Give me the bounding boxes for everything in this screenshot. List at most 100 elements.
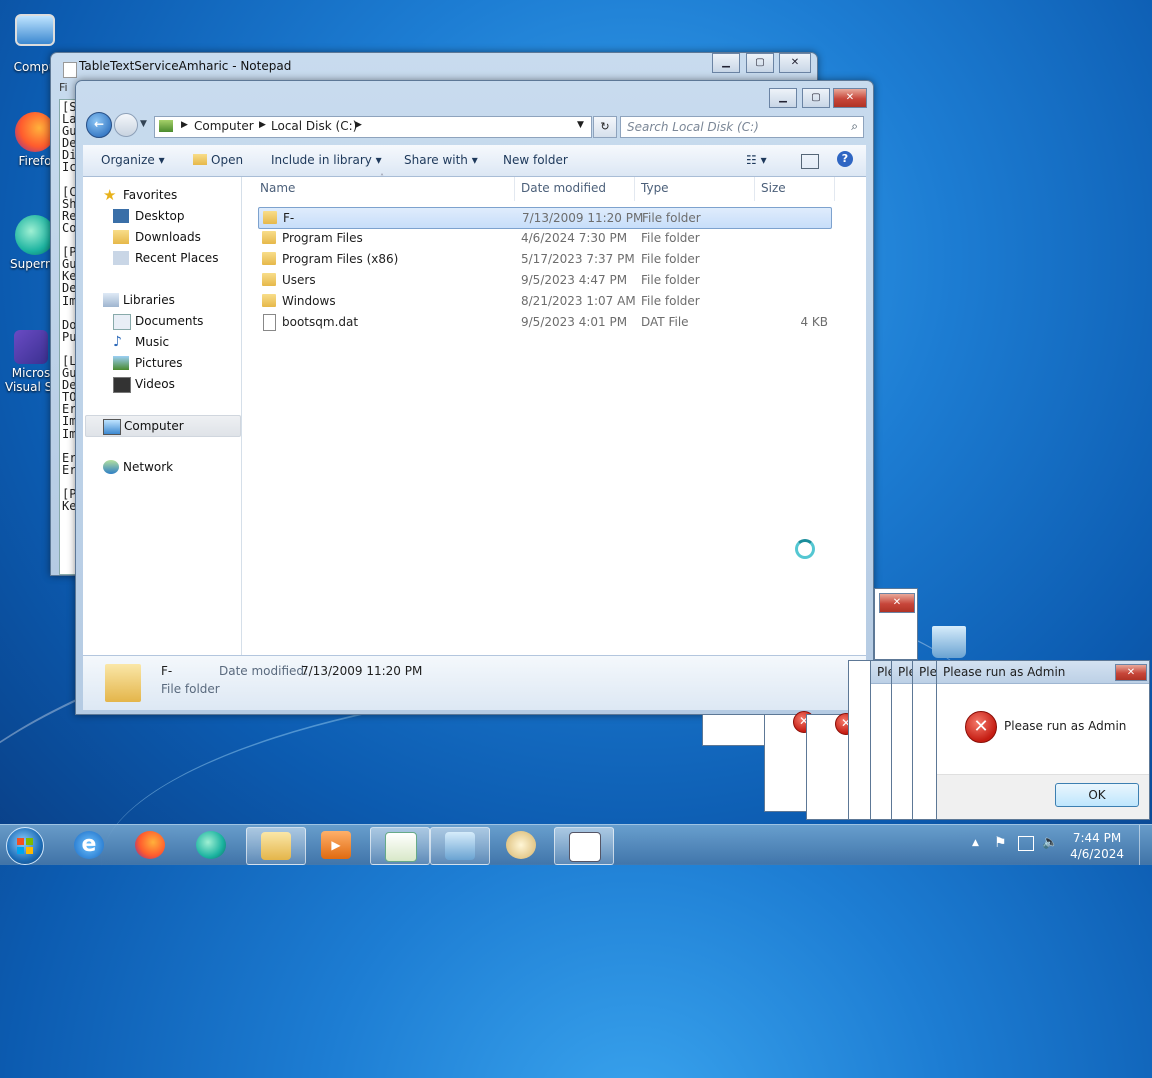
file-type: DAT File — [641, 315, 689, 329]
view-options-icon[interactable]: ☷ ▾ — [746, 153, 767, 167]
taskbar-console[interactable] — [554, 827, 614, 865]
console-icon — [569, 832, 601, 862]
notepad-icon — [385, 832, 417, 862]
file-row[interactable]: Program Files 4/6/2024 7:30 PM File folder — [258, 228, 830, 248]
nav-desktop[interactable]: Desktop — [113, 206, 185, 226]
nav-network[interactable]: Network — [103, 457, 173, 477]
clock-time: 7:44 PM — [1072, 831, 1122, 845]
file-name: Users — [282, 273, 316, 287]
window-title: TableTextServiceAmharic - Notepad — [79, 59, 292, 73]
clock[interactable]: 7:44 PM 4/6/2024 — [1070, 830, 1124, 862]
maximize-button[interactable]: ▢ — [802, 88, 830, 108]
show-hidden-icons-icon[interactable]: ▲ — [972, 838, 979, 848]
maximize-button[interactable]: ▢ — [746, 53, 774, 73]
volume-muted-icon[interactable]: 🔈 — [1042, 835, 1058, 850]
folder-icon — [105, 664, 141, 702]
network-tray-icon[interactable] — [1018, 836, 1034, 851]
ok-button[interactable]: OK — [1055, 783, 1139, 807]
breadcrumb-computer[interactable]: Computer — [194, 119, 254, 133]
minimize-button[interactable]: ▁ — [712, 53, 740, 73]
close-button[interactable]: ✕ — [879, 593, 915, 613]
file-row[interactable]: bootsqm.dat 9/5/2023 4:01 PM DAT File 4 KB — [258, 312, 830, 332]
close-button[interactable]: ✕ — [833, 88, 867, 108]
address-bar[interactable]: ▶ Computer ▶ Local Disk (C:) ▶ ▼ — [154, 116, 592, 138]
nav-music[interactable]: ♪ Music — [113, 332, 169, 352]
taskbar-app[interactable] — [430, 827, 490, 865]
close-button[interactable]: ✕ — [1115, 664, 1147, 681]
file-row[interactable]: Windows 8/21/2023 1:07 AM File folder — [258, 291, 830, 311]
file-row[interactable]: Program Files (x86) 5/17/2023 7:37 PM File… — [258, 249, 830, 269]
dialog-title: Please run as Admin — [943, 665, 1066, 679]
breadcrumb-local-disk[interactable]: Local Disk (C:) — [271, 119, 357, 133]
nav-recent-places[interactable]: Recent Places — [113, 248, 218, 268]
network-icon — [103, 460, 119, 474]
folder-icon — [262, 273, 276, 286]
column-size[interactable]: Size — [761, 181, 786, 195]
taskbar-paint[interactable] — [492, 827, 550, 863]
details-pane: F- Date modified: 7/13/2009 11:20 PM Fil… — [83, 655, 866, 710]
search-input[interactable]: Search Local Disk (C:) ⌕ — [620, 116, 864, 138]
navigation-pane: ★ Favorites Desktop Downloads Recent Pla… — [83, 177, 242, 655]
file-list: Name ˄ Date modified Type Size F- 7/13/20… — [242, 173, 866, 655]
dialog-stack-item[interactable]: ✕ — [874, 588, 918, 660]
taskbar-media-player[interactable]: ▶ — [307, 827, 365, 863]
nav-videos[interactable]: Videos — [113, 374, 175, 394]
windows-logo-icon — [17, 847, 24, 854]
busy-cursor-icon — [795, 539, 815, 559]
start-button[interactable] — [6, 827, 44, 865]
recent-pages-arrow-icon[interactable]: ▼ — [140, 119, 147, 129]
share-with-button[interactable]: Share with ▾ — [404, 153, 478, 167]
nav-libraries[interactable]: Libraries — [103, 290, 175, 310]
folder-icon — [261, 832, 291, 860]
file-icon — [263, 314, 276, 331]
nav-documents[interactable]: Documents — [113, 311, 203, 331]
show-desktop-button[interactable] — [1139, 825, 1152, 865]
taskbar-internet-explorer[interactable]: e — [60, 827, 118, 863]
folder-icon — [262, 294, 276, 307]
column-name[interactable]: Name — [260, 181, 295, 195]
nav-pictures[interactable]: Pictures — [113, 353, 183, 373]
search-icon[interactable]: ⌕ — [851, 119, 858, 134]
back-button[interactable]: ← — [86, 112, 112, 138]
nav-downloads[interactable]: Downloads — [113, 227, 201, 247]
file-name: bootsqm.dat — [282, 315, 359, 329]
explorer-window[interactable]: ▁ ▢ ✕ ← ▼ ▶ Computer ▶ Local Disk (C:) ▶… — [75, 80, 874, 715]
organize-button[interactable]: Organize ▾ — [101, 153, 165, 167]
folder-icon — [262, 231, 276, 244]
taskbar-explorer[interactable] — [246, 827, 306, 865]
details-name: F- — [161, 664, 173, 678]
recycle-bin-icon[interactable] — [932, 626, 966, 658]
details-date-value: 7/13/2009 11:20 PM — [301, 664, 423, 678]
open-button[interactable]: Open — [193, 153, 243, 167]
supermium-icon — [196, 831, 226, 859]
nav-computer[interactable]: Computer — [85, 415, 241, 437]
preview-pane-icon[interactable] — [801, 154, 819, 169]
file-date: 7/13/2009 11:20 PM — [522, 211, 644, 225]
include-in-library-button[interactable]: Include in library ▾ — [271, 153, 382, 167]
breadcrumb-arrow-icon[interactable]: ▶ — [355, 120, 362, 130]
column-type[interactable]: Type — [641, 181, 669, 195]
taskbar-supermium[interactable] — [182, 827, 240, 863]
breadcrumb-arrow-icon[interactable]: ▶ — [259, 120, 266, 130]
dialog-title-bar: Please run as Admin ✕ — [937, 661, 1149, 684]
refresh-button[interactable]: ↻ — [593, 116, 617, 138]
forward-button[interactable] — [114, 113, 138, 137]
command-bar: Organize ▾ Open Include in library ▾ Sha… — [83, 145, 866, 177]
windows-logo-icon — [26, 838, 33, 845]
windows-logo-icon — [26, 847, 33, 854]
error-dialog[interactable]: Please run as Admin ✕ ✕ Please run as Ad… — [936, 660, 1150, 820]
nav-favorites[interactable]: ★ Favorites — [103, 185, 177, 205]
file-row[interactable]: Users 9/5/2023 4:47 PM File folder — [258, 270, 830, 290]
new-folder-button[interactable]: New folder — [503, 153, 568, 167]
dialog-stack-item[interactable] — [702, 714, 772, 746]
minimize-button[interactable]: ▁ — [769, 88, 797, 108]
file-size: 4 KB — [800, 315, 828, 329]
help-icon[interactable]: ? — [837, 151, 853, 167]
taskbar-firefox[interactable] — [121, 827, 179, 863]
column-date-modified[interactable]: Date modified — [521, 181, 606, 195]
close-button[interactable]: ✕ — [779, 53, 811, 73]
taskbar-notepad[interactable] — [370, 827, 430, 865]
action-center-flag-icon[interactable]: ⚑ — [994, 835, 1007, 851]
address-dropdown-icon[interactable]: ▼ — [577, 120, 584, 130]
file-row[interactable]: F- 7/13/2009 11:20 PM File folder — [258, 207, 832, 229]
